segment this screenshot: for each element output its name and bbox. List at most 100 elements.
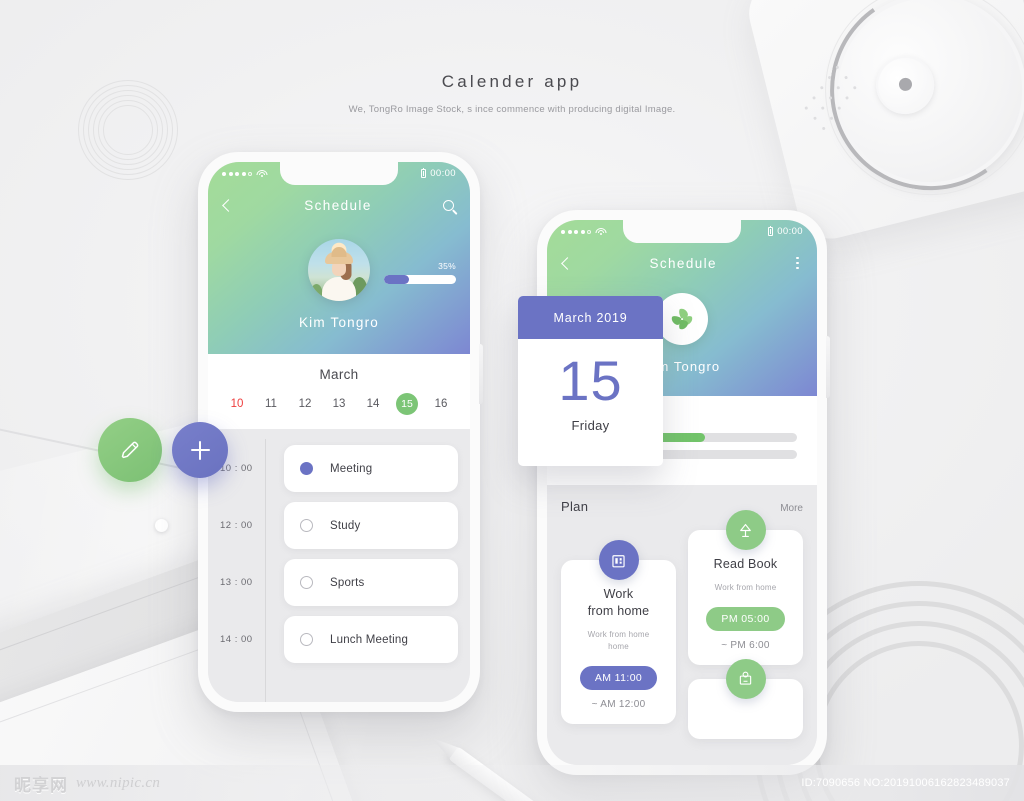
desk-icon [725, 658, 766, 699]
phone1-screen: 00:00 Schedule Kim Tongro 35% March 10 1… [208, 162, 470, 702]
wifi-icon [595, 227, 606, 236]
calendar-strip: March 10 11 12 13 14 15 16 [208, 354, 470, 429]
plan-card-subtitle: Work from home [714, 582, 777, 592]
schedule-list: 10 : 00 Meeting 12 : 00 Study 13 : 00 Sports 1… [208, 429, 470, 702]
edit-fab[interactable] [98, 418, 162, 482]
phone1-profile: Kim Tongro 35% [208, 225, 470, 354]
status-time: 00:00 [777, 226, 803, 237]
phone1-hero: 00:00 Schedule Kim Tongro 35% [208, 162, 470, 354]
plan-card-end-time: ~ AM 12:00 [591, 698, 646, 710]
back-icon[interactable] [561, 256, 574, 270]
signal-icon [561, 229, 591, 234]
schedule-status-dot[interactable] [300, 576, 313, 589]
phone1-navbar: Schedule [208, 185, 470, 225]
schedule-label: Lunch Meeting [330, 633, 409, 646]
calendar-day-11[interactable]: 11 [260, 393, 282, 415]
plan-card-time-pill[interactable]: AM 11:00 [579, 665, 658, 690]
schedule-row[interactable]: 13 : 00 Sports [220, 559, 458, 606]
plan-card[interactable]: Work from home Work from home home AM 11:00 ~… [561, 540, 676, 724]
plan-card-subtitle: Work from home home [587, 629, 650, 651]
phone2-nav-title: Schedule [649, 255, 717, 271]
watermark-id: ID:7090656 NO:20191006162823489037 [801, 777, 1010, 789]
avatar [656, 293, 708, 345]
profile-progress: 35% [384, 261, 456, 284]
plan-column-left: Work from home Work from home home AM 11:00 ~… [561, 530, 676, 738]
plan-section: Plan More Work from home Work from home hom… [547, 485, 817, 765]
watermark-url: www.nipic.cn [76, 774, 161, 791]
plus-icon [190, 440, 210, 460]
battery-icon [421, 167, 427, 178]
page-title: Calender app [441, 72, 583, 91]
leaf-flower-icon [671, 308, 693, 330]
watermark-bar: 昵享网 www.nipic.cn ID:7090656 NO:201910061… [0, 765, 1024, 801]
building-icon [598, 540, 639, 580]
phone-side-button [826, 336, 830, 398]
watermark-brand: 昵享网 [14, 775, 68, 796]
date-card-month: March 2019 [518, 296, 663, 339]
schedule-card[interactable]: Lunch Meeting [284, 616, 458, 663]
background-decor [0, 0, 1024, 801]
kebab-menu-icon[interactable] [794, 255, 801, 272]
plan-card-title: Work from home [587, 587, 650, 618]
calendar-day-15[interactable]: 15 [396, 393, 418, 415]
phone2-navbar: Schedule [547, 243, 817, 283]
schedule-row[interactable]: 10 : 00 Meeting [220, 445, 458, 492]
back-icon[interactable] [222, 198, 235, 212]
schedule-label: Meeting [330, 462, 373, 475]
calendar-day-14[interactable]: 14 [362, 393, 384, 415]
phone-notch [623, 220, 741, 243]
plan-card-end-time: ~ PM 6:00 [721, 639, 770, 651]
add-fab[interactable] [172, 422, 228, 478]
phone-side-button [479, 344, 483, 404]
signal-icon [222, 171, 252, 176]
profile-name: Kim Tongro [298, 315, 380, 330]
page-header: Calender app We, TongRo Image Stock, s i… [0, 72, 1024, 115]
calendar-day-16[interactable]: 16 [430, 393, 452, 415]
schedule-label: Sports [330, 576, 365, 589]
decor-line-dot [155, 519, 168, 532]
status-time: 00:00 [430, 168, 456, 179]
schedule-card[interactable]: Meeting [284, 445, 458, 492]
avatar [308, 239, 370, 301]
schedule-time: 12 : 00 [220, 520, 253, 531]
schedule-status-dot[interactable] [300, 462, 313, 475]
progress-label: 35% [438, 261, 456, 271]
calendar-day-12[interactable]: 12 [294, 393, 316, 415]
calendar-days-row: 10 11 12 13 14 15 16 [208, 393, 470, 415]
phone1-nav-title: Schedule [304, 197, 372, 213]
progress-track [384, 275, 456, 284]
progress-fill [384, 275, 410, 284]
plan-section-title: Plan [561, 499, 589, 514]
calendar-day-13[interactable]: 13 [328, 393, 350, 415]
wifi-icon [256, 169, 267, 178]
battery-icon [768, 225, 774, 236]
schedule-row[interactable]: 12 : 00 Study [220, 502, 458, 549]
plan-card-time-pill[interactable]: PM 05:00 [706, 606, 785, 631]
page-subtitle: We, TongRo Image Stock, s ince commence … [348, 104, 676, 115]
schedule-time: 10 : 00 [220, 463, 253, 474]
phone-mockup-left: 00:00 Schedule Kim Tongro 35% March 10 1… [198, 152, 483, 712]
lamp-icon [725, 510, 766, 550]
phone-mockup-right: 00:00 Schedule Kim Tongro Plan More Work… [537, 210, 830, 775]
plan-card[interactable]: Read Book Work from home PM 05:00 ~ PM 6:00 [688, 510, 803, 665]
schedule-status-dot[interactable] [300, 633, 313, 646]
plan-card-title: Read Book [713, 557, 778, 571]
schedule-status-dot[interactable] [300, 519, 313, 532]
phone-notch [280, 162, 398, 185]
search-icon[interactable] [443, 199, 454, 211]
schedule-time: 13 : 00 [220, 577, 253, 588]
schedule-time: 14 : 00 [220, 634, 253, 645]
date-card-body: 15 Friday [518, 339, 663, 434]
plan-cards-grid: Work from home Work from home home AM 11:00 ~… [561, 510, 803, 753]
date-card-day-number: 15 [558, 349, 623, 412]
schedule-label: Study [330, 519, 361, 532]
calendar-day-10[interactable]: 10 [226, 393, 248, 415]
schedule-card[interactable]: Study [284, 502, 458, 549]
plan-section-header: Plan More [561, 499, 803, 514]
plan-card[interactable] [688, 658, 803, 739]
schedule-row[interactable]: 14 : 00 Lunch Meeting [220, 616, 458, 663]
plan-more-link[interactable]: More [780, 503, 803, 514]
date-card-weekday: Friday [571, 418, 610, 433]
schedule-card[interactable]: Sports [284, 559, 458, 606]
calendar-month: March [319, 367, 359, 382]
